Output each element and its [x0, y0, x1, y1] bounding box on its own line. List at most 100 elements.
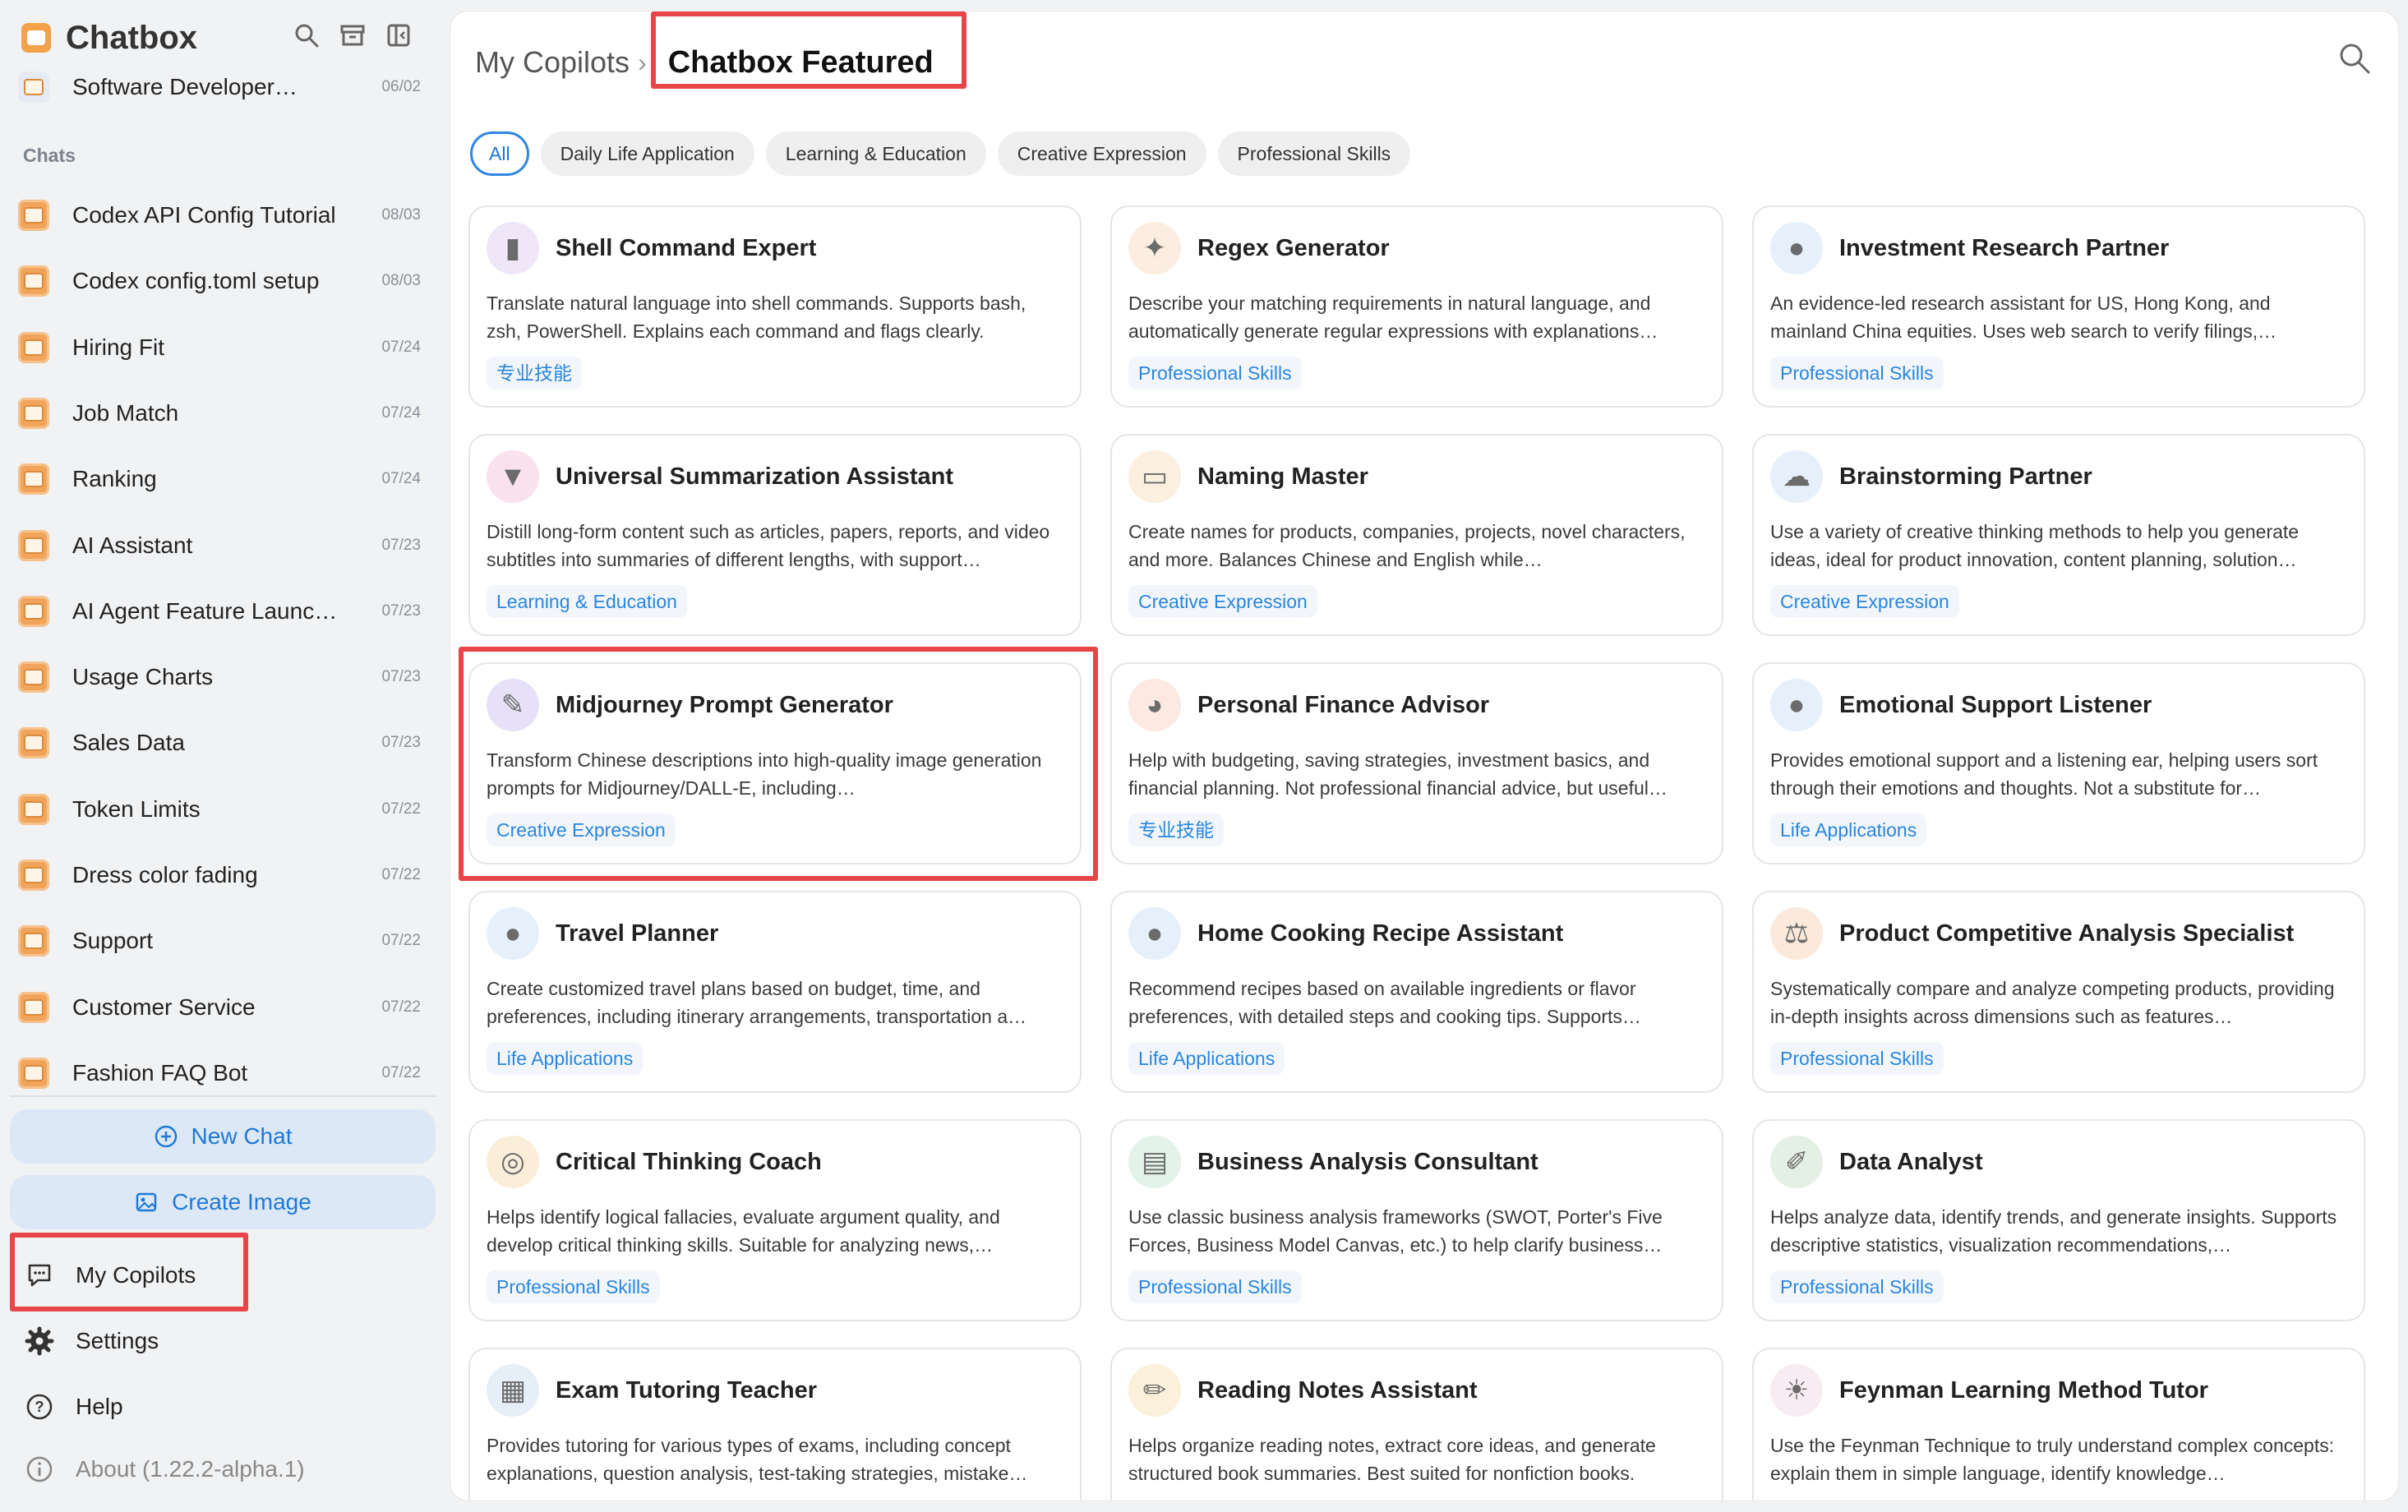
- copilot-card[interactable]: ● Home Cooking Recipe Assistant Recommend …: [1110, 891, 1723, 1093]
- gear-icon: [25, 1326, 54, 1356]
- breadcrumb-parent[interactable]: My Copilots: [475, 45, 630, 80]
- card-header: ▭ Naming Master: [1128, 450, 1705, 503]
- card-title: Regex Generator: [1197, 234, 1390, 261]
- settings-label: Settings: [76, 1328, 159, 1353]
- chat-list-item[interactable]: Dress color fading 07/22: [18, 846, 421, 905]
- magnifier-icon: ◎: [487, 1136, 539, 1188]
- card-header: ● Travel Planner: [487, 907, 1063, 960]
- chat-title: Hiring Fit: [72, 334, 165, 360]
- icon-glyph: ▦: [499, 1375, 527, 1406]
- tab-all[interactable]: All: [470, 131, 529, 176]
- chat-list-item[interactable]: AI Agent Feature Launc… 07/23: [18, 582, 421, 641]
- card-title: Product Competitive Analysis Specialist: [1839, 920, 2295, 947]
- chat-date: 06/02: [381, 78, 421, 95]
- icon-glyph: ☁: [1783, 461, 1811, 492]
- chat-list-item[interactable]: Fashion FAQ Bot 07/22: [18, 1044, 421, 1103]
- copilot-chat-icon: [28, 1264, 51, 1287]
- chat-date: 07/24: [381, 338, 421, 356]
- image-icon: [136, 1192, 157, 1212]
- card-category-tag: 专业技能: [487, 357, 582, 390]
- card-description: Provides tutoring for various types of e…: [487, 1435, 1028, 1484]
- card-category-tag: Professional Skills: [1128, 1270, 1302, 1303]
- copilot-card[interactable]: ● Investment Research Partner An evidence-…: [1752, 205, 2365, 408]
- card-description: Systematically compare and analyze compe…: [1770, 978, 2335, 1027]
- about-menu-item[interactable]: About (1.22.2-alpha.1): [25, 1445, 305, 1494]
- card-title: Universal Summarization Assistant: [556, 463, 954, 490]
- card-category-tag: Professional Skills: [487, 1270, 660, 1303]
- chat-list-item[interactable]: Job Match 07/24: [18, 384, 421, 443]
- card-description: Help with budgeting, saving strategies, …: [1128, 749, 1668, 799]
- chat-list-item[interactable]: Hiring Fit 07/24: [18, 318, 421, 377]
- chat-list-item[interactable]: AI Assistant 07/23: [18, 516, 421, 575]
- card-description: Provides emotional support and a listeni…: [1770, 749, 2318, 799]
- chat-list-item[interactable]: Token Limits 07/22: [18, 780, 421, 839]
- breadcrumb: My Copilots › Chatbox Featured: [475, 33, 947, 92]
- card-title: Emotional Support Listener: [1839, 691, 2152, 718]
- card-description: Use the Feynman Technique to truly under…: [1770, 1435, 2335, 1484]
- copilot-card[interactable]: ● Travel Planner Create customized travel …: [468, 891, 1082, 1093]
- search-icon[interactable]: [293, 21, 321, 49]
- chat-list-item[interactable]: Codex API Config Tutorial 08/03: [18, 186, 421, 245]
- card-category-tag: Life Applications: [1128, 1042, 1285, 1075]
- settings-menu-item[interactable]: Settings: [25, 1316, 159, 1366]
- chat-title: Dress color fading: [72, 862, 258, 887]
- chat-list-item[interactable]: Sales Data 07/23: [18, 713, 421, 772]
- copilot-card[interactable]: ✎ Midjourney Prompt Generator Transform Ch…: [468, 662, 1082, 864]
- copilot-card[interactable]: ▤ Business Analysis Consultant Use classic…: [1110, 1119, 1723, 1321]
- archive-icon[interactable]: [339, 21, 367, 49]
- card-header: ✐ Data Analyst: [1770, 1136, 2347, 1188]
- copilot-card[interactable]: ▮ Shell Command Expert Translate natural l…: [468, 205, 1082, 408]
- copilot-card[interactable]: ▼ Universal Summarization Assistant Distil…: [468, 434, 1082, 636]
- copilot-card[interactable]: ● Emotional Support Listener Provides emot…: [1752, 662, 2365, 864]
- chat-title: Codex config.toml setup: [72, 268, 320, 294]
- cloud-icon: ☁: [1770, 450, 1823, 503]
- tab-learning-education[interactable]: Learning & Education: [765, 131, 986, 176]
- collapse-sidebar-icon[interactable]: [385, 21, 413, 49]
- card-title: Travel Planner: [556, 920, 719, 947]
- scales-icon: ⚖: [1770, 907, 1823, 960]
- help-menu-item[interactable]: ? Help: [25, 1382, 123, 1431]
- developer-avatar-icon: [18, 71, 49, 103]
- tab-daily-life-application[interactable]: Daily Life Application: [540, 131, 754, 176]
- copilot-card[interactable]: ⚖ Product Competitive Analysis Specialist…: [1752, 891, 2365, 1093]
- card-header: ▮ Shell Command Expert: [487, 222, 1063, 274]
- copilot-card[interactable]: ▦ Exam Tutoring Teacher Provides tutoring …: [468, 1348, 1082, 1500]
- card-category-tag: Professional Skills: [1770, 1270, 1944, 1303]
- card-header: ⚖ Product Competitive Analysis Specialist: [1770, 907, 2347, 960]
- chat-date: 07/23: [381, 734, 421, 752]
- my-copilots-menu-item[interactable]: My Copilots: [25, 1251, 196, 1300]
- copilot-card[interactable]: ☀ Feynman Learning Method Tutor Use the Fe…: [1752, 1348, 2365, 1500]
- chat-icon: [18, 793, 49, 825]
- copilot-card[interactable]: ◕ Personal Finance Advisor Help with budge…: [1110, 662, 1723, 864]
- search-icon[interactable]: [2336, 39, 2373, 77]
- chat-list-item[interactable]: Usage Charts 07/23: [18, 648, 421, 707]
- pinned-chat-item[interactable]: Software Developer… 06/02: [18, 58, 421, 117]
- magic-wand-icon: ✎: [487, 679, 539, 731]
- funnel-icon: ▼: [487, 450, 539, 503]
- chat-list-item[interactable]: Customer Service 07/22: [18, 978, 421, 1037]
- copilot-card[interactable]: ☁ Brainstorming Partner Use a variety of c…: [1752, 434, 2365, 636]
- copilot-card[interactable]: ✏ Reading Notes Assistant Helps organize r…: [1110, 1348, 1723, 1500]
- tab-creative-expression[interactable]: Creative Expression: [997, 131, 1206, 176]
- new-chat-button[interactable]: New Chat: [10, 1109, 436, 1164]
- chat-list-item[interactable]: Codex config.toml setup 08/03: [18, 251, 421, 311]
- chat-list-item[interactable]: Support 07/22: [18, 911, 421, 970]
- card-description: Create customized travel plans based on …: [487, 978, 1027, 1027]
- copilot-card[interactable]: ✦ Regex Generator Describe your matching r…: [1110, 205, 1723, 408]
- chat-title: Software Developer…: [72, 74, 298, 99]
- card-description: Helps analyze data, identify trends, and…: [1770, 1206, 2337, 1256]
- chat-title: AI Agent Feature Launc…: [72, 597, 338, 624]
- new-chat-label: New Chat: [191, 1123, 293, 1149]
- category-tabs: All Daily Life Application Learning & Educ…: [470, 131, 1411, 176]
- chat-date: 07/23: [381, 668, 421, 686]
- chat-date: 07/22: [381, 1063, 421, 1081]
- copilot-card[interactable]: ◎ Critical Thinking Coach Helps identify l…: [468, 1119, 1082, 1321]
- copilot-card[interactable]: ▭ Naming Master Create names for products,…: [1110, 434, 1723, 636]
- create-image-button[interactable]: Create Image: [10, 1175, 436, 1229]
- tab-professional-skills[interactable]: Professional Skills: [1217, 131, 1411, 176]
- book-icon: ▦: [487, 1364, 539, 1417]
- copilot-card[interactable]: ✐ Data Analyst Helps analyze data, identif…: [1752, 1119, 2365, 1321]
- chat-icon: [18, 925, 49, 957]
- card-description: Describe your matching requirements in n…: [1128, 293, 1658, 342]
- chat-list-item[interactable]: Ranking 07/24: [18, 449, 421, 509]
